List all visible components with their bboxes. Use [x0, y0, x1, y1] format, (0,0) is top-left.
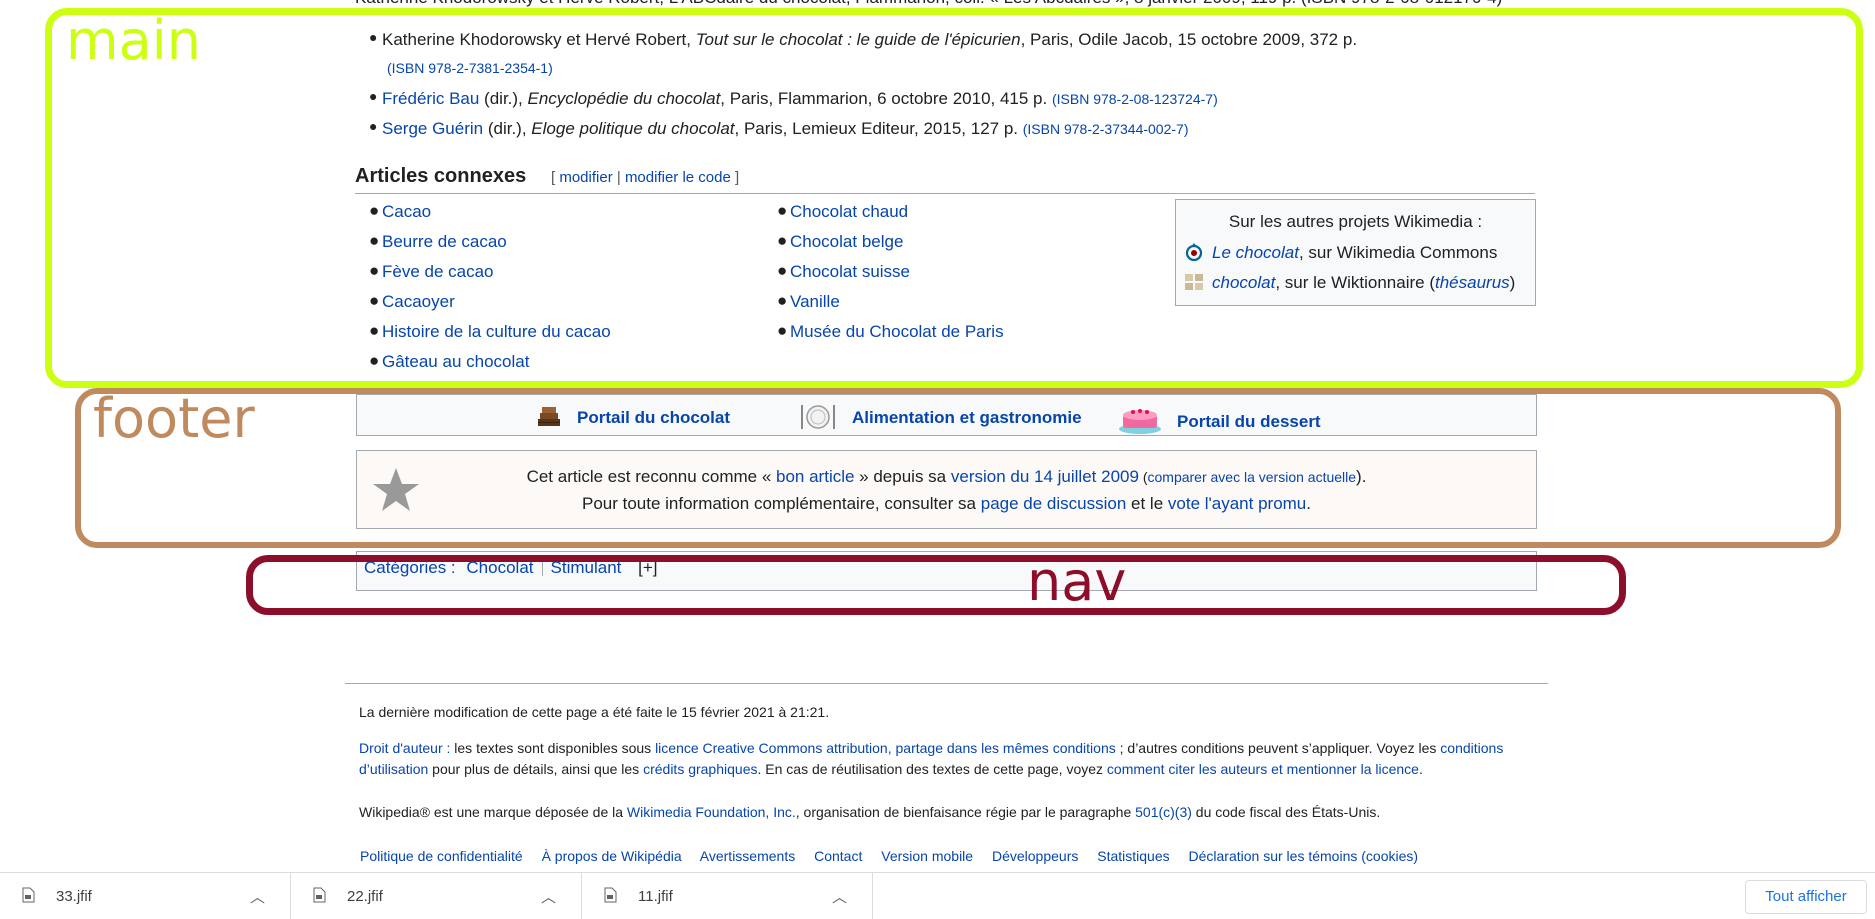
copyright-link[interactable]: Droit d'auteur : — [359, 740, 450, 756]
chevron-up-icon[interactable]: ︿ — [541, 886, 556, 907]
download-bar: 33.jfif ︿ 22.jfif ︿ 11.jfif ︿ Tout affic… — [0, 872, 1875, 919]
show-all-downloads-button[interactable]: Tout afficher — [1745, 880, 1867, 914]
cite-authors-link[interactable]: comment citer les auteurs et mentionner … — [1107, 761, 1419, 777]
footer-link[interactable]: Statistiques — [1097, 848, 1169, 864]
wikimedia-foundation-link[interactable]: Wikimedia Foundation, Inc. — [627, 804, 796, 820]
chevron-up-icon[interactable]: ︿ — [250, 886, 265, 907]
site-footer: La dernière modification de cette page a… — [345, 683, 1548, 820]
annotation-label-nav: nav — [1027, 550, 1127, 613]
trademark-text: Wikipedia® est une marque déposée de la … — [359, 804, 1381, 820]
footer-link[interactable]: Avertissements — [700, 848, 795, 864]
chevron-up-icon[interactable]: ︿ — [832, 886, 847, 907]
annotation-box-nav — [246, 555, 1626, 615]
file-icon — [22, 887, 35, 903]
annotation-label-footer: footer — [93, 387, 255, 450]
last-modified: La dernière modification de cette page a… — [359, 704, 830, 720]
annotation-box-footer — [75, 388, 1841, 548]
501c3-link[interactable]: 501(c)(3) — [1135, 804, 1192, 820]
footer-link[interactable]: À propos de Wikipédia — [542, 848, 682, 864]
download-item[interactable]: 22.jfif ︿ — [291, 873, 582, 919]
footer-link[interactable]: Contact — [814, 848, 862, 864]
download-filename: 22.jfif — [347, 888, 383, 905]
footer-link[interactable]: Version mobile — [881, 848, 973, 864]
file-icon — [313, 887, 326, 903]
download-filename: 33.jfif — [56, 888, 92, 905]
license-link[interactable]: licence Creative Commons attribution, pa… — [655, 740, 1116, 756]
footer-link[interactable]: Déclaration sur les témoins (cookies) — [1189, 848, 1419, 864]
license-text: Droit d'auteur : les textes sont disponi… — [359, 740, 1504, 777]
footer-links: Politique de confidentialité À propos de… — [360, 848, 1433, 864]
footer-link[interactable]: Politique de confidentialité — [360, 848, 523, 864]
download-item[interactable]: 33.jfif ︿ — [0, 873, 291, 919]
reference-cut-line: Katherine Khodorowsky et Hervé Robert, L… — [355, 0, 1502, 8]
image-credits-link[interactable]: crédits graphiques — [643, 761, 757, 777]
download-filename: 11.jfif — [638, 888, 673, 905]
annotation-label-main: main — [66, 9, 201, 72]
footer-link[interactable]: Développeurs — [992, 848, 1078, 864]
file-icon — [604, 887, 617, 903]
annotation-box-main — [45, 8, 1863, 388]
download-item[interactable]: 11.jfif ︿ — [582, 873, 873, 919]
